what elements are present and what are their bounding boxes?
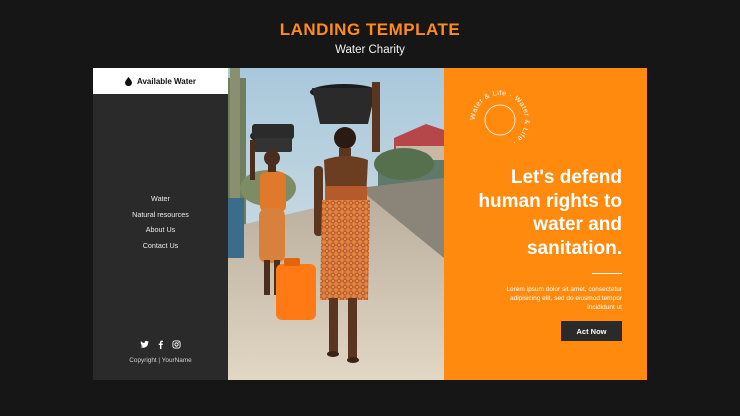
page-subtitle: Water Charity <box>335 44 405 56</box>
badge-text: Water & Life · Water & Life · <box>470 90 530 146</box>
page-title: LANDING TEMPLATE <box>279 20 461 39</box>
hero-photo <box>228 68 444 380</box>
nav-item-about-us[interactable]: About Us <box>93 222 228 238</box>
water-drop-icon <box>125 76 132 86</box>
social-links <box>93 340 228 349</box>
instagram-icon[interactable] <box>172 340 181 349</box>
act-now-button[interactable]: Act Now <box>561 321 622 341</box>
landing-mockup: Available Water Water Natural resources … <box>93 68 647 380</box>
nav-item-water[interactable]: Water <box>93 191 228 207</box>
divider <box>592 273 622 274</box>
sidebar-nav: Water Natural resources About Us Contact… <box>93 191 228 253</box>
page-heading: LANDING TEMPLATE Water Charity <box>0 20 740 56</box>
hero-body-text: Lorem ipsum dolor sit amet, consectetur … <box>506 286 622 311</box>
brand-label: Available Water <box>137 76 196 86</box>
hero-headline: Let's defend human rights to water and s… <box>478 167 622 259</box>
nav-item-natural-resources[interactable]: Natural resources <box>93 207 228 223</box>
cta-panel: Water & Life · Water & Life · Let's defe… <box>444 68 647 380</box>
nav-item-contact-us[interactable]: Contact Us <box>93 238 228 254</box>
facebook-icon[interactable] <box>156 340 165 349</box>
copyright: Copyright | YourName <box>129 357 192 364</box>
brand-bar[interactable]: Available Water <box>93 68 228 94</box>
twitter-icon[interactable] <box>140 340 149 349</box>
water-life-badge: Water & Life · Water & Life · <box>470 90 530 146</box>
sidebar: Available Water Water Natural resources … <box>93 68 228 380</box>
svg-text:Water & Life · Water & Life ·: Water & Life · Water & Life · <box>470 90 530 146</box>
